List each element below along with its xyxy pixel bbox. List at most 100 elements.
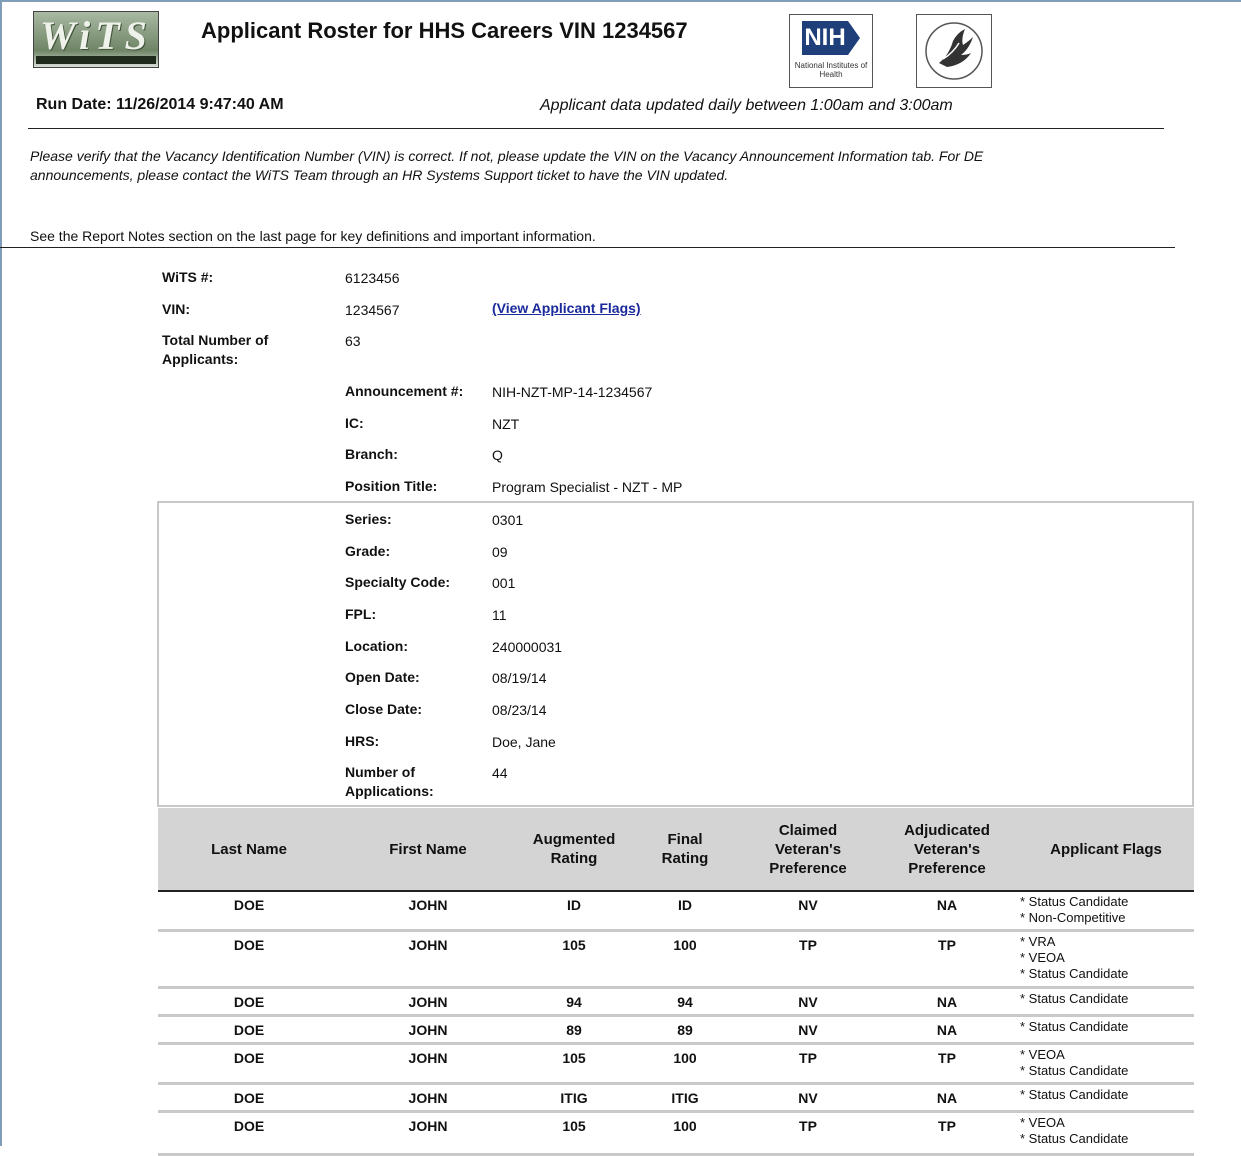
cell-first-name: JOHN — [408, 994, 448, 1010]
cell-adjudicated-vet-pref: TP — [938, 1118, 956, 1134]
cell-final-rating: 94 — [677, 994, 693, 1010]
col-final-rating: Final Rating — [661, 831, 709, 867]
cell-first-name: JOHN — [408, 1118, 448, 1134]
cell-augmented-rating: 89 — [566, 1022, 582, 1038]
total-applicants-label: Total Number of Applicants: — [162, 332, 269, 367]
applicant-flag: Non-Competitive — [1020, 910, 1128, 926]
detail-value: 240000031 — [492, 639, 563, 655]
cell-final-rating: 100 — [673, 1050, 697, 1066]
detail-value: 001 — [492, 575, 516, 591]
table-row: DOE JOHN 105 100 TP TP VEOAStatus Candidate — [158, 1113, 1194, 1156]
applicant-flag: Status Candidate — [1020, 1019, 1129, 1035]
vacancy-details-box — [157, 501, 1194, 807]
cell-applicant-flags: Status Candidate — [1020, 1087, 1129, 1103]
page-title: Applicant Roster for HHS Careers VIN 123… — [201, 18, 688, 43]
cell-last-name: DOE — [233, 1050, 265, 1066]
col-last-name: Last Name — [211, 840, 287, 858]
detail-label: FPL: — [345, 606, 377, 622]
applicant-flag: VEOA — [1020, 950, 1128, 966]
detail-label: Grade: — [345, 543, 391, 559]
detail-value: Q — [492, 447, 503, 463]
window-left-border — [0, 0, 2, 1146]
detail-label: Number of Applications: — [345, 764, 434, 799]
detail-label: Series: — [345, 511, 392, 527]
table-row: DOE JOHN 89 89 NV NA Status Candidate — [158, 1017, 1194, 1045]
hhs-eagle-logo — [916, 14, 992, 88]
cell-last-name: DOE — [233, 1090, 265, 1106]
cell-first-name: JOHN — [408, 937, 448, 953]
applicant-flag: VEOA — [1020, 1115, 1128, 1131]
cell-final-rating: ITIG — [671, 1090, 699, 1106]
cell-augmented-rating: 105 — [562, 1050, 586, 1066]
cell-last-name: DOE — [233, 897, 265, 913]
cell-claimed-vet-pref: TP — [799, 937, 817, 953]
col-adjudicated-vet-pref: Adjudicated Veteran's Preference — [904, 821, 990, 877]
cell-final-rating: 100 — [673, 1118, 697, 1134]
detail-value: Doe, Jane — [492, 734, 556, 750]
cell-applicant-flags: VRAVEOAStatus Candidate — [1020, 934, 1129, 982]
cell-last-name: DOE — [233, 937, 265, 953]
window-top-border — [0, 0, 1241, 2]
header-divider — [28, 128, 1164, 129]
nih-logo: NIH National Institutes of Health — [789, 14, 873, 88]
detail-value: 0301 — [492, 512, 524, 528]
table-row: DOE JOHN 105 100 TP TP VRAVEOAStatus Candidate — [158, 932, 1194, 989]
report-notes-note: See the Report Notes section on the last… — [30, 228, 596, 244]
nih-logo-text: NIH — [802, 21, 848, 55]
run-date: Run Date: 11/26/2014 9:47:40 AM — [36, 96, 284, 113]
wits-number-label: WiTS #: — [162, 269, 214, 285]
cell-claimed-vet-pref: TP — [799, 1050, 817, 1066]
detail-value: NIH-NZT-MP-14-1234567 — [492, 384, 653, 400]
cell-final-rating: ID — [678, 897, 692, 913]
detail-value: 08/23/14 — [492, 702, 547, 718]
cell-augmented-rating: ID — [567, 897, 581, 913]
cell-claimed-vet-pref: TP — [799, 1118, 817, 1134]
cell-adjudicated-vet-pref: NA — [936, 897, 958, 913]
cell-first-name: JOHN — [408, 1022, 448, 1038]
data-update-note: Applicant data updated daily between 1:0… — [540, 97, 953, 114]
table-row: DOE JOHN ITIG ITIG NV NA Status Candidate — [158, 1085, 1194, 1113]
detail-value: 08/19/14 — [492, 670, 547, 686]
view-applicant-flags-link[interactable]: (View Applicant Flags) — [492, 300, 641, 316]
applicant-flag: Status Candidate — [1020, 1131, 1129, 1147]
applicant-flag: Status Candidate — [1020, 1087, 1129, 1103]
cell-applicant-flags: Status Candidate — [1020, 1019, 1129, 1035]
cell-claimed-vet-pref: NV — [798, 994, 818, 1010]
cell-augmented-rating: 105 — [562, 937, 586, 953]
applicant-flag: Status Candidate — [1020, 966, 1129, 982]
vin-value: 1234567 — [345, 302, 400, 318]
col-augmented-rating: Augmented Rating — [532, 831, 616, 867]
wits-number-value: 6123456 — [345, 270, 400, 286]
cell-applicant-flags: VEOAStatus Candidate — [1020, 1047, 1129, 1079]
table-row: DOE JOHN 105 100 TP TP VEOAStatus Candidate — [158, 1045, 1194, 1085]
applicant-flag: VRA — [1020, 934, 1128, 950]
vin-label: VIN: — [162, 301, 190, 317]
notes-divider — [0, 247, 1175, 248]
cell-claimed-vet-pref: NV — [798, 1022, 818, 1038]
cell-claimed-vet-pref: NV — [798, 897, 818, 913]
cell-adjudicated-vet-pref: TP — [938, 1050, 956, 1066]
detail-value: 11 — [492, 607, 507, 623]
cell-augmented-rating: 105 — [562, 1118, 586, 1134]
detail-label: IC: — [345, 415, 364, 431]
detail-label: Close Date: — [345, 701, 423, 717]
cell-applicant-flags: Status CandidateNon-Competitive — [1020, 894, 1129, 926]
cell-adjudicated-vet-pref: NA — [936, 994, 958, 1010]
detail-label: Position Title: — [345, 478, 438, 494]
applicant-flag: Status Candidate — [1020, 1063, 1129, 1079]
cell-adjudicated-vet-pref: NA — [936, 1090, 958, 1106]
cell-adjudicated-vet-pref: NA — [936, 1022, 958, 1038]
cell-last-name: DOE — [233, 1118, 265, 1134]
detail-label: Location: — [345, 638, 408, 654]
nih-logo-subtitle: National Institutes of Health — [794, 61, 868, 79]
detail-value: NZT — [492, 416, 520, 432]
applicant-flag: Status Candidate — [1020, 991, 1129, 1007]
vin-verify-note: Please verify that the Vacancy Identific… — [30, 148, 984, 183]
cell-last-name: DOE — [233, 994, 265, 1010]
cell-applicant-flags: VEOAStatus Candidate — [1020, 1115, 1129, 1147]
total-applicants-value: 63 — [345, 333, 361, 349]
col-applicant-flags: Applicant Flags — [1050, 840, 1162, 858]
detail-label: Open Date: — [345, 669, 420, 685]
cell-adjudicated-vet-pref: TP — [938, 937, 956, 953]
wits-logo-text: WiTS — [40, 13, 152, 58]
